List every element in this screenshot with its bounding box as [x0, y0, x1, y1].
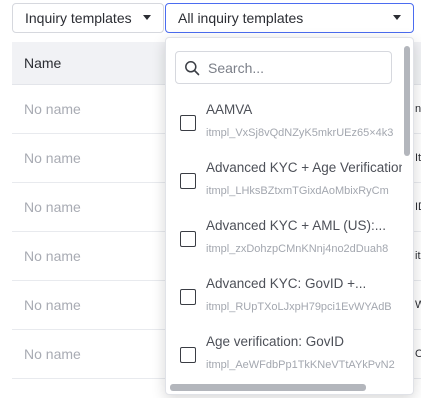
search-icon: [185, 61, 200, 76]
option-id: itmpl_AeWFdbPp1TkKNeVTtAYkPvN2: [206, 359, 395, 371]
vertical-scrollbar[interactable]: [404, 46, 410, 156]
option-checkbox[interactable]: [180, 289, 196, 305]
template-option[interactable]: Advanced KYC: GovID +... itmpl_RUpTXoLJx…: [166, 270, 402, 328]
option-id: itmpl_LHksBZtxmTGixdAoMbixRyCm: [206, 185, 389, 197]
option-id: itmpl_VxSj8vQdNZyK5mkrUEz65×4k3: [206, 127, 394, 139]
caret-down-icon: [143, 15, 151, 20]
row-edge-text: Wh: [415, 299, 421, 311]
column-header-name[interactable]: Name: [24, 55, 61, 71]
row-name: No name: [24, 346, 81, 362]
option-id: itmpl_RUpTXoLJxpH79pci1EvWYAdB: [206, 301, 392, 313]
option-title: Age verification: GovID: [206, 334, 345, 349]
option-title: AAMVA: [206, 102, 253, 117]
row-name: No name: [24, 297, 81, 313]
option-title: Advanced KYC + AML (US):...: [206, 218, 386, 233]
option-id: itmpl_zxDohzpCMnKNnj4no2dDuah8: [206, 243, 389, 255]
option-checkbox[interactable]: [180, 231, 196, 247]
row-name: No name: [24, 150, 81, 166]
inquiry-template-select-label: All inquiry templates: [178, 10, 304, 26]
row-edge-text: ng: [415, 103, 421, 115]
template-option[interactable]: Advanced KYC + AML (US):... itmpl_zxDohz…: [166, 212, 402, 270]
row-edge-text: OH: [415, 348, 421, 360]
option-title: Advanced KYC: GovID +...: [206, 276, 367, 291]
row-edge-text: ita: [415, 250, 421, 262]
inquiry-template-select[interactable]: All inquiry templates: [165, 3, 414, 33]
template-options-list: AAMVA itmpl_VxSj8vQdNZyK5mkrUEz65×4k3 Ad…: [166, 96, 402, 381]
option-title: Advanced KYC + Age Verification: [206, 160, 402, 175]
template-option[interactable]: Advanced KYC + Age Verification itmpl_LH…: [166, 154, 402, 212]
option-checkbox[interactable]: [180, 347, 196, 363]
inquiry-type-select-label: Inquiry templates: [25, 10, 132, 26]
option-checkbox[interactable]: [180, 115, 196, 131]
horizontal-scrollbar[interactable]: [170, 384, 366, 391]
option-checkbox[interactable]: [180, 173, 196, 189]
row-name: No name: [24, 248, 81, 264]
template-option[interactable]: AAMVA itmpl_VxSj8vQdNZyK5mkrUEz65×4k3: [166, 96, 402, 154]
inquiry-template-dropdown: AAMVA itmpl_VxSj8vQdNZyK5mkrUEz65×4k3 Ad…: [165, 37, 414, 395]
template-option[interactable]: Age verification: GovID itmpl_AeWFdbPp1T…: [166, 328, 402, 381]
row-name: No name: [24, 199, 81, 215]
row-edge-text: ID: [415, 201, 421, 213]
inquiry-type-select[interactable]: Inquiry templates: [12, 3, 164, 33]
row-edge-text: Ita: [415, 152, 421, 164]
caret-down-icon: [393, 15, 401, 20]
search-input[interactable]: [208, 57, 386, 79]
row-name: No name: [24, 101, 81, 117]
template-search[interactable]: [175, 51, 392, 84]
